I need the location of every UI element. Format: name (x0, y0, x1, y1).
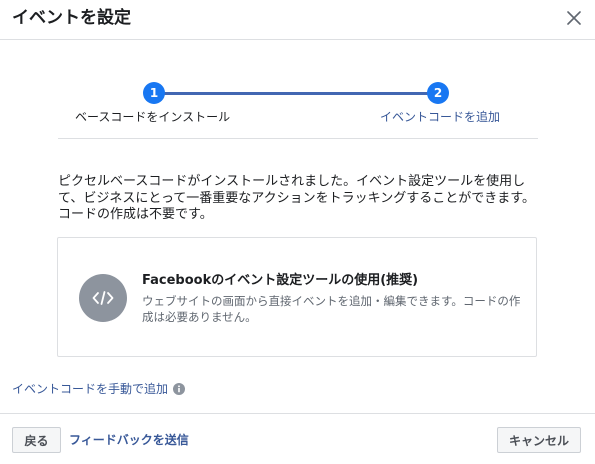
dialog-footer: 戻る フィードバックを送信 キャンセル (0, 413, 595, 464)
step-2-label: イベントコードを追加 (380, 110, 501, 124)
option-subtitle: ウェブサイトの画面から直接イベントを追加・編集できます。コードの作成は必要ありま… (142, 294, 521, 324)
section-divider (58, 138, 538, 139)
dialog-title: イベントを設定 (12, 8, 131, 28)
event-setup-tool-option[interactable]: Facebookのイベント設定ツールの使用(推奨) ウェブサイトの画面から直接イ… (57, 237, 537, 357)
progress-stepper: 1 2 ベースコードをインストール イベントコードを追加 (0, 80, 595, 130)
step-1-label: ベースコードをインストール (75, 110, 231, 124)
stepper-track (154, 92, 438, 95)
option-title: Facebookのイベント設定ツールの使用(推奨) (142, 273, 419, 288)
info-icon[interactable] (173, 383, 186, 395)
code-icon-circle (79, 274, 127, 322)
manual-code-link[interactable]: イベントコードを手動で追加 (12, 381, 168, 397)
description-text: ピクセルベースコードがインストールされました。イベント設定ツールを使用して、ビジ… (58, 174, 535, 222)
close-icon (567, 11, 581, 25)
manual-code-row: イベントコードを手動で追加 (12, 381, 186, 397)
step-2-indicator: 2 (427, 82, 449, 104)
back-button[interactable]: 戻る (12, 427, 61, 453)
close-button[interactable] (561, 5, 587, 31)
step-1-indicator: 1 (143, 82, 165, 104)
send-feedback-link[interactable]: フィードバックを送信 (69, 432, 189, 448)
dialog-header: イベントを設定 (0, 0, 595, 40)
cancel-button[interactable]: キャンセル (497, 427, 581, 453)
code-icon (92, 291, 114, 305)
